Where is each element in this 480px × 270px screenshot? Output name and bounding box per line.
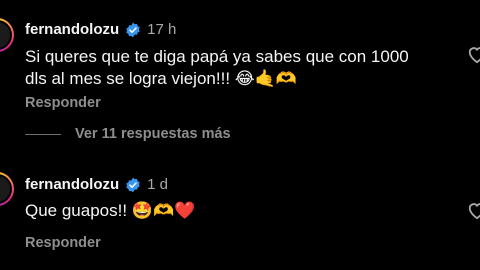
verified-badge-icon (126, 177, 140, 192)
comment-text: Que guapos!! 🤩🫶❤️ (25, 200, 465, 222)
timestamp: 17 h (147, 21, 177, 38)
emoji-group: 😂🤙🫶 (234, 69, 297, 89)
like-heart-icon[interactable] (466, 44, 480, 64)
view-more-replies[interactable]: Ver 11 respuestas más (25, 126, 231, 142)
verified-badge-icon (126, 22, 140, 37)
comment-text-line-1: Si queres que te diga papá ya sabes que … (25, 47, 409, 66)
comment-text: Si queres que te diga papá ya sabes que … (25, 46, 465, 90)
username[interactable]: fernandolozu (25, 176, 119, 193)
reply-button[interactable]: Responder (25, 95, 101, 111)
view-more-replies-label[interactable]: Ver 11 respuestas más (75, 126, 231, 142)
comment-text-body: Que guapos!! (25, 201, 132, 220)
timestamp: 1 d (147, 176, 169, 193)
like-heart-icon[interactable] (466, 200, 480, 220)
username[interactable]: fernandolozu (25, 21, 119, 38)
emoji-group: 🤩🫶❤️ (131, 201, 196, 221)
comment-meta: fernandolozu 1 d (25, 176, 168, 193)
divider (25, 133, 61, 135)
reply-button[interactable]: Responder (25, 235, 101, 251)
avatar[interactable] (0, 172, 14, 206)
comment-text-line-2: dls al mes se logra viejon!!! (25, 69, 235, 88)
comment-meta: fernandolozu 17 h (25, 21, 176, 38)
avatar[interactable] (0, 18, 14, 52)
